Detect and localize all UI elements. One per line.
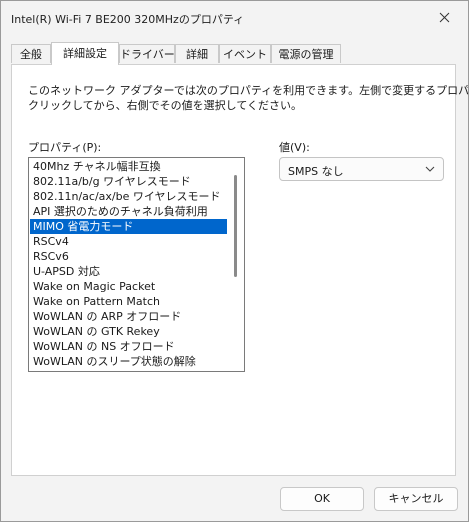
- close-button[interactable]: [422, 1, 468, 35]
- property-item[interactable]: WoWLAN の NS オフロード: [30, 339, 227, 354]
- property-item[interactable]: WoWLAN の ARP オフロード: [30, 309, 227, 324]
- property-item[interactable]: RSCv4: [30, 234, 227, 249]
- dialog-footer: OK キャンセル: [1, 476, 468, 521]
- property-item[interactable]: WoWLAN のスリープ状態の解除: [30, 354, 227, 369]
- tab-details[interactable]: 詳細: [175, 44, 219, 63]
- properties-dialog: Intel(R) Wi-Fi 7 BE200 320MHzのプロパティ 全般 詳…: [0, 0, 469, 522]
- listbox-scrollbar[interactable]: [229, 159, 243, 370]
- close-icon: [439, 12, 450, 23]
- ok-button[interactable]: OK: [280, 487, 364, 511]
- property-item[interactable]: API 選択のためのチャネル負荷利用: [30, 204, 227, 219]
- description-line-2: クリックしてから、右側でその値を選択してください。: [28, 99, 303, 112]
- property-item[interactable]: WoWLAN の GTK Rekey: [30, 324, 227, 339]
- property-item[interactable]: Wake on Pattern Match: [30, 294, 227, 309]
- chevron-down-icon: [425, 166, 435, 172]
- scrollbar-thumb[interactable]: [234, 175, 237, 277]
- description-line-1: このネットワーク アダプターでは次のプロパティを利用できます。左側で変更するプロ…: [28, 84, 469, 97]
- property-item[interactable]: U-APSD 対応: [30, 264, 227, 279]
- tab-general[interactable]: 全般: [11, 44, 51, 63]
- property-item[interactable]: Wake on Magic Packet: [30, 279, 227, 294]
- property-item-selected[interactable]: MIMO 省電力モード: [30, 219, 227, 234]
- property-label: プロパティ(P):: [28, 141, 102, 154]
- value-dropdown-selected: SMPS なし: [288, 165, 344, 178]
- property-item[interactable]: 802.11n/ac/ax/be ワイヤレスモード: [30, 189, 227, 204]
- window-title: Intel(R) Wi-Fi 7 BE200 320MHzのプロパティ: [11, 13, 245, 26]
- property-item[interactable]: 802.11a/b/g ワイヤレスモード: [30, 174, 227, 189]
- tab-power-management[interactable]: 電源の管理: [271, 44, 341, 63]
- advanced-panel: このネットワーク アダプターでは次のプロパティを利用できます。左側で変更するプロ…: [11, 64, 469, 476]
- tab-driver[interactable]: ドライバー: [119, 44, 175, 63]
- value-label: 値(V):: [279, 141, 310, 154]
- value-dropdown[interactable]: SMPS なし: [279, 157, 444, 181]
- property-listbox[interactable]: 40Mhz チャネル幅非互換 802.11a/b/g ワイヤレスモード 802.…: [28, 157, 245, 372]
- property-item[interactable]: 40Mhz チャネル幅非互換: [30, 159, 227, 174]
- description: このネットワーク アダプターでは次のプロパティを利用できます。左側で変更するプロ…: [28, 83, 469, 113]
- tab-events[interactable]: イベント: [219, 44, 271, 63]
- title-bar: Intel(R) Wi-Fi 7 BE200 320MHzのプロパティ: [1, 1, 468, 35]
- property-item[interactable]: RSCv6: [30, 249, 227, 264]
- cancel-button[interactable]: キャンセル: [374, 487, 458, 511]
- tab-advanced[interactable]: 詳細設定: [51, 42, 119, 65]
